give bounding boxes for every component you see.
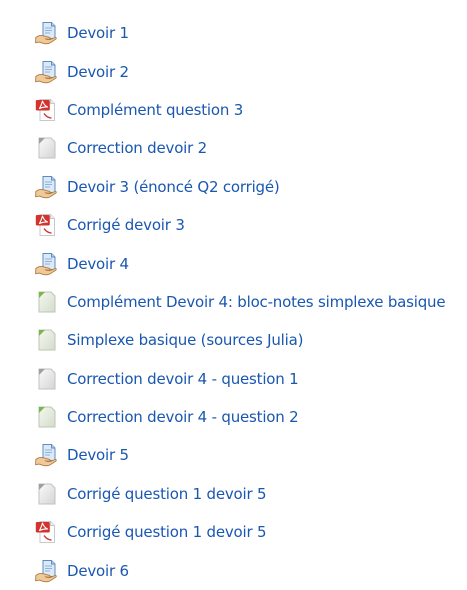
document-icon [35, 328, 59, 352]
assignment-icon [35, 252, 59, 276]
file-icon [35, 367, 59, 391]
activity-item[interactable]: Devoir 1 [35, 14, 465, 52]
activity-item[interactable]: Correction devoir 4 - question 2 [35, 398, 465, 436]
activity-link[interactable]: Devoir 4 [67, 255, 129, 273]
activity-link[interactable]: Complément Devoir 4: bloc-notes simplexe… [67, 293, 446, 311]
activity-link[interactable]: Corrigé devoir 3 [67, 216, 185, 234]
activity-link[interactable]: Correction devoir 4 - question 1 [67, 370, 299, 388]
activity-item[interactable]: Devoir 5 [35, 436, 465, 474]
activity-item[interactable]: Corrigé question 1 devoir 5 [35, 475, 465, 513]
pdf-icon [35, 213, 59, 237]
pdf-icon [35, 98, 59, 122]
activity-item[interactable]: Complément Devoir 4: bloc-notes simplexe… [35, 283, 465, 321]
activity-item[interactable]: Simplexe basique (sources Julia) [35, 321, 465, 359]
activity-item[interactable]: Devoir 3 (énoncé Q2 corrigé) [35, 168, 465, 206]
activity-item[interactable]: Devoir 6 [35, 551, 465, 589]
activity-item[interactable]: Correction devoir 2 [35, 129, 465, 167]
activity-link[interactable]: Devoir 2 [67, 63, 129, 81]
activity-link[interactable]: Corrigé question 1 devoir 5 [67, 485, 267, 503]
activity-link[interactable]: Correction devoir 2 [67, 139, 207, 157]
activity-item[interactable]: Complément question 3 [35, 91, 465, 129]
activity-item[interactable]: Correction devoir 4 - question 1 [35, 360, 465, 398]
activity-link[interactable]: Devoir 5 [67, 446, 129, 464]
activity-link[interactable]: Correction devoir 4 - question 2 [67, 408, 299, 426]
activity-link[interactable]: Corrigé question 1 devoir 5 [67, 523, 267, 541]
activity-list: Devoir 1 Devoir 2 Complément question 3 … [35, 14, 465, 590]
activity-link[interactable]: Complément question 3 [67, 101, 243, 119]
assignment-icon [35, 21, 59, 45]
activity-link[interactable]: Devoir 6 [67, 562, 129, 580]
activity-link[interactable]: Devoir 3 (énoncé Q2 corrigé) [67, 178, 280, 196]
assignment-icon [35, 443, 59, 467]
pdf-icon [35, 520, 59, 544]
assignment-icon [35, 559, 59, 583]
document-icon [35, 290, 59, 314]
activity-item[interactable]: Devoir 4 [35, 244, 465, 282]
assignment-icon [35, 175, 59, 199]
file-icon [35, 136, 59, 160]
activity-item[interactable]: Corrigé question 1 devoir 5 [35, 513, 465, 551]
activity-link[interactable]: Simplexe basique (sources Julia) [67, 331, 303, 349]
activity-item[interactable]: Devoir 2 [35, 52, 465, 90]
activity-item[interactable]: Corrigé devoir 3 [35, 206, 465, 244]
assignment-icon [35, 60, 59, 84]
document-icon [35, 405, 59, 429]
file-icon [35, 482, 59, 506]
activity-link[interactable]: Devoir 1 [67, 24, 129, 42]
